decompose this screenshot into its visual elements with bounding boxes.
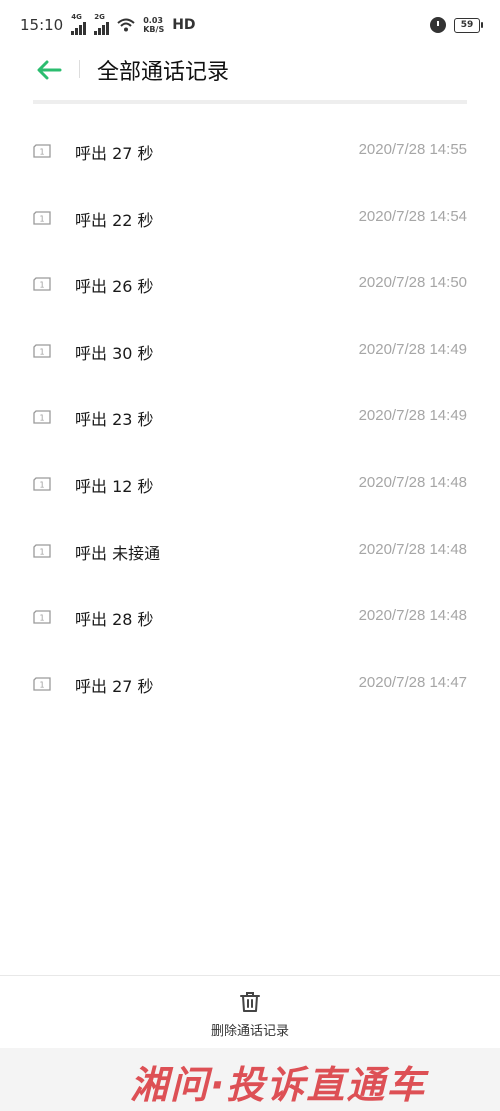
status-bar: 15:10 4G 2G 0.03 KB/S HD 59 bbox=[0, 0, 500, 50]
sim-slot-number: 1 bbox=[39, 680, 44, 689]
call-log-list: 1 呼出 27 秒 2020/7/28 14:55 1 呼出 22 秒 2020/7/28… bbox=[0, 118, 500, 717]
battery-icon: 59 bbox=[454, 17, 483, 33]
sim-card-icon: 1 bbox=[33, 477, 51, 491]
sim-card-icon: 1 bbox=[33, 610, 51, 624]
call-timestamp: 2020/7/28 14:55 bbox=[358, 141, 467, 158]
status-right: 59 bbox=[430, 17, 483, 33]
signal-4g-icon: 4G bbox=[71, 12, 87, 35]
back-button[interactable] bbox=[34, 56, 64, 84]
sim-slot-number: 1 bbox=[39, 480, 44, 489]
trash-icon bbox=[240, 992, 260, 1012]
call-type-duration: 呼出 12 秒 bbox=[75, 476, 154, 496]
sim-card-icon: 1 bbox=[33, 210, 51, 225]
call-log-row[interactable]: 1 呼出 23 秒 2020/7/28 14:49 bbox=[0, 384, 500, 451]
sim-card-icon: 1 bbox=[33, 410, 51, 425]
footer-divider bbox=[0, 975, 500, 976]
delete-call-log-label: 删除通话记录 bbox=[210, 1024, 289, 1039]
call-log-row[interactable]: 1 呼出 28 秒 2020/7/28 14:48 bbox=[0, 584, 500, 651]
speed-value: 0.03 bbox=[143, 16, 163, 25]
top-divider bbox=[33, 100, 467, 104]
header-divider bbox=[79, 60, 80, 78]
signal-2g-icon: 2G bbox=[94, 12, 110, 35]
call-timestamp: 2020/7/28 14:49 bbox=[358, 340, 467, 358]
sim-slot-number: 1 bbox=[39, 414, 44, 423]
call-timestamp: 2020/7/28 14:48 bbox=[358, 607, 467, 625]
call-timestamp: 2020/7/28 14:50 bbox=[358, 274, 467, 292]
call-type-duration: 呼出 27 秒 bbox=[75, 676, 154, 696]
sim-slot-number: 1 bbox=[39, 148, 44, 157]
hd-indicator: HD bbox=[172, 17, 196, 33]
watermark-text: 湘问·投诉直通车 bbox=[130, 1063, 429, 1107]
status-time: 15:10 bbox=[20, 16, 64, 34]
sim-slot-number: 1 bbox=[39, 614, 44, 623]
sim-card-icon: 1 bbox=[33, 543, 51, 558]
call-timestamp: 2020/7/28 14:48 bbox=[358, 540, 467, 558]
watermark-logo: 湘问·投诉直通车 bbox=[130, 1063, 429, 1107]
page-title: 全部通话记录 bbox=[97, 60, 230, 85]
call-log-row[interactable]: 1 呼出 27 秒 2020/7/28 14:55 bbox=[0, 118, 500, 185]
status-left: 15:10 4G 2G 0.03 KB/S HD bbox=[20, 12, 196, 35]
call-timestamp: 2020/7/28 14:48 bbox=[358, 473, 467, 491]
call-log-row[interactable]: 1 呼出 22 秒 2020/7/28 14:54 bbox=[0, 185, 500, 252]
call-log-row[interactable]: 1 呼出 26 秒 2020/7/28 14:50 bbox=[0, 251, 500, 318]
call-log-row[interactable]: 1 呼出 12 秒 2020/7/28 14:48 bbox=[0, 451, 500, 518]
call-type-duration: 呼出 未接通 bbox=[75, 543, 161, 563]
call-type-duration: 呼出 30 秒 bbox=[75, 343, 154, 363]
call-type-duration: 呼出 26 秒 bbox=[75, 277, 154, 297]
sim-slot-number: 1 bbox=[39, 347, 44, 356]
network-type-2: 2G bbox=[94, 12, 105, 21]
battery-level: 59 bbox=[460, 20, 474, 30]
call-type-duration: 呼出 27 秒 bbox=[75, 144, 154, 163]
call-timestamp: 2020/7/28 14:54 bbox=[358, 207, 467, 225]
call-type-duration: 呼出 28 秒 bbox=[75, 610, 154, 630]
sim-card-icon: 1 bbox=[33, 277, 51, 291]
wifi-icon bbox=[117, 18, 135, 32]
network-speed: 0.03 KB/S bbox=[143, 16, 164, 34]
delete-call-log-button[interactable]: 删除通话记录 bbox=[190, 985, 310, 1045]
sim-slot-number: 1 bbox=[39, 281, 44, 290]
header: 全部通话记录 bbox=[0, 50, 500, 90]
sim-card-icon: 1 bbox=[33, 344, 51, 358]
call-log-row[interactable]: 1 呼出 27 秒 2020/7/28 14:47 bbox=[0, 651, 500, 718]
call-type-duration: 呼出 22 秒 bbox=[75, 210, 154, 230]
back-arrow-icon bbox=[37, 60, 62, 80]
call-type-duration: 呼出 23 秒 bbox=[75, 410, 154, 430]
sim-slot-number: 1 bbox=[39, 547, 44, 556]
sim-card-icon: 1 bbox=[33, 677, 51, 691]
sim-slot-number: 1 bbox=[39, 214, 44, 223]
alarm-icon bbox=[430, 17, 446, 33]
call-timestamp: 2020/7/28 14:49 bbox=[358, 407, 467, 425]
call-log-row[interactable]: 1 呼出 30 秒 2020/7/28 14:49 bbox=[0, 318, 500, 385]
call-log-row[interactable]: 1 呼出 未接通 2020/7/28 14:48 bbox=[0, 518, 500, 585]
call-timestamp: 2020/7/28 14:47 bbox=[358, 673, 467, 691]
sim-card-icon: 1 bbox=[33, 144, 51, 158]
speed-unit: KB/S bbox=[143, 25, 165, 34]
network-type-1: 4G bbox=[71, 12, 82, 21]
